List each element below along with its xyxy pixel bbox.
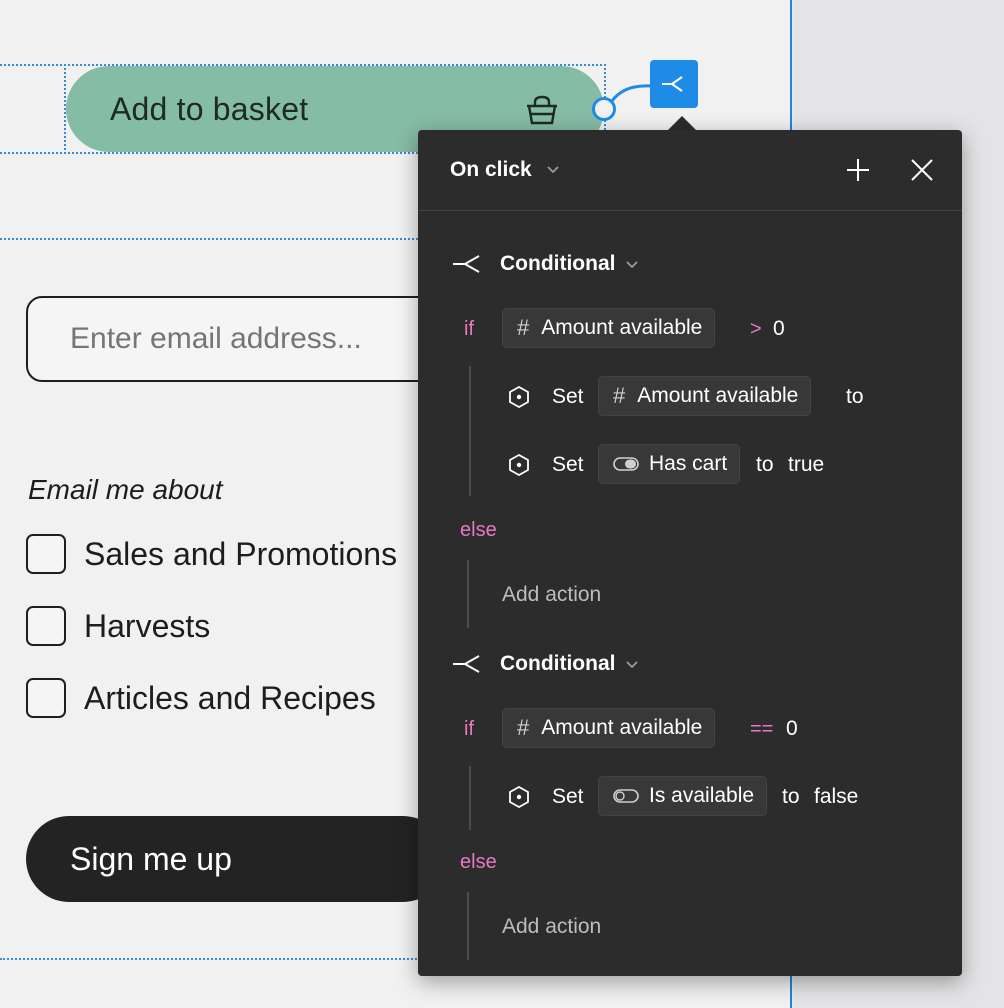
to-keyword: to	[846, 385, 864, 408]
condition-value[interactable]: 0	[773, 317, 785, 341]
condition-value[interactable]: 0	[786, 717, 798, 741]
email-input[interactable]	[26, 296, 446, 382]
option-row-sales[interactable]: Sales and Promotions	[26, 534, 397, 574]
panel-pointer	[668, 116, 696, 130]
add-action-button[interactable]: Add action	[502, 583, 601, 607]
operator: >	[750, 318, 762, 340]
selection-outline-group	[0, 150, 426, 240]
add-action-button[interactable]: Add action	[502, 915, 601, 939]
branch-line	[469, 366, 471, 496]
interaction-panel: On click Conditional if # Amount availab…	[418, 130, 962, 976]
hash-icon: #	[613, 383, 626, 408]
branch-line	[469, 766, 471, 830]
panel-header: On click	[418, 130, 962, 210]
trigger-icon	[662, 76, 683, 92]
close-icon[interactable]	[910, 158, 934, 182]
plus-icon[interactable]	[846, 158, 870, 182]
option-label-sales: Sales and Promotions	[84, 535, 398, 572]
trigger-chip[interactable]	[650, 60, 698, 108]
hexagon-icon	[509, 786, 529, 808]
set-keyword: Set	[552, 453, 584, 476]
branch-line	[467, 892, 469, 960]
variable-name: Amount available	[541, 316, 703, 339]
checkbox-articles[interactable]	[26, 678, 66, 718]
operator: ==	[750, 718, 774, 740]
hexagon-icon	[509, 386, 529, 408]
set-keyword: Set	[552, 385, 584, 408]
option-row-harvests[interactable]: Harvests	[26, 606, 210, 646]
conditional-icon	[453, 255, 480, 273]
chevron-down-icon	[626, 661, 639, 669]
option-label-articles: Articles and Recipes	[84, 679, 376, 716]
else-keyword: else	[460, 519, 497, 541]
conditional-1-header[interactable]: Conditional	[452, 252, 639, 276]
option-row-articles[interactable]: Articles and Recipes	[26, 678, 376, 718]
hash-icon: #	[517, 715, 530, 740]
branch-line	[467, 560, 469, 628]
chevron-down-icon	[626, 261, 639, 269]
action-variable-chip[interactable]: Has cart	[598, 444, 741, 484]
action-value[interactable]: true	[788, 453, 824, 477]
add-to-basket-label: Add to basket	[110, 90, 309, 127]
chevron-down-icon[interactable]	[546, 164, 560, 174]
toggle-icon	[613, 789, 639, 803]
email-me-about-label: Email me about	[28, 474, 223, 505]
variable-name: Has cart	[649, 452, 728, 475]
set-keyword: Set	[552, 785, 584, 808]
variable-name: Amount available	[541, 716, 703, 739]
checkbox-sales[interactable]	[26, 534, 66, 574]
connection-start-dot[interactable]	[592, 97, 616, 121]
action-variable-chip[interactable]: # Amount available	[598, 376, 812, 416]
if-keyword: if	[464, 718, 474, 740]
conditional-1-label: Conditional	[500, 252, 616, 275]
condition-variable-chip[interactable]: # Amount available	[502, 308, 716, 348]
option-label-harvests: Harvests	[84, 607, 211, 644]
checkbox-harvests[interactable]	[26, 606, 66, 646]
else-keyword: else	[460, 851, 497, 873]
to-keyword: to	[782, 785, 800, 808]
hash-icon: #	[517, 315, 530, 340]
action-value[interactable]: false	[814, 785, 858, 809]
action-variable-chip[interactable]: Is available	[598, 776, 768, 816]
variable-name: Amount available	[637, 384, 799, 407]
conditional-icon	[453, 655, 480, 673]
to-keyword: to	[756, 453, 774, 476]
condition-variable-chip[interactable]: # Amount available	[502, 708, 716, 748]
basket-icon	[527, 95, 557, 125]
trigger-dropdown[interactable]: On click	[450, 158, 532, 182]
variable-name: Is available	[649, 784, 755, 807]
conditional-2-header[interactable]: Conditional	[452, 652, 639, 676]
header-divider	[418, 210, 962, 211]
conditional-2-label: Conditional	[500, 652, 616, 675]
toggle-icon	[613, 457, 639, 471]
selection-outline-bottom	[0, 958, 440, 960]
sign-me-up-button[interactable]: Sign me up	[26, 816, 446, 902]
hexagon-icon	[509, 454, 529, 476]
if-keyword: if	[464, 318, 474, 340]
